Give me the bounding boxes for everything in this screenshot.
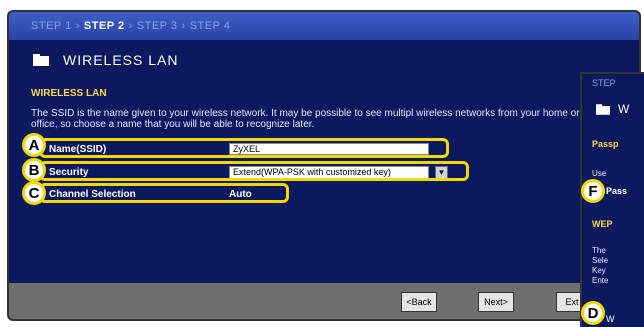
next-button[interactable]: Next> <box>478 292 514 312</box>
panel-wep-text: The Sele Key Ente <box>592 246 608 286</box>
ssid-description: The SSID is the name given to your wirel… <box>31 108 580 130</box>
callout-marker-d: D <box>581 301 605 325</box>
panel-line: Key <box>592 266 606 275</box>
step-1[interactable]: STEP 1 <box>31 20 72 32</box>
security-highlight <box>39 161 469 181</box>
panel-passphrase-label: Pass <box>606 186 628 196</box>
panel-line: Ente <box>592 276 609 285</box>
step-4[interactable]: STEP 4 <box>190 20 231 32</box>
page-title: WIRELESS LAN <box>63 52 179 68</box>
ssid-highlight <box>39 138 449 158</box>
channel-row: Channel Selection Auto <box>39 183 589 203</box>
panel-title: W <box>618 102 630 116</box>
back-button[interactable]: <Back <box>401 292 437 312</box>
callout-marker-b: B <box>22 158 46 182</box>
page-header: WIRELESS LAN <box>9 40 639 80</box>
panel-step-text: STEP <box>592 78 616 88</box>
ssid-row: Name(SSID) ZyXEL <box>39 138 589 158</box>
callout-marker-f: F <box>581 179 605 203</box>
section-heading: WIRELESS LAN <box>31 88 107 99</box>
channel-highlight <box>39 183 289 203</box>
callout-marker-a: A <box>22 133 46 157</box>
panel-wep-heading: WEP <box>592 219 613 229</box>
panel-passphrase-heading: Passp <box>592 139 619 149</box>
step-bar: STEP 1 › STEP 2 › STEP 3 › STEP 4 <box>9 12 639 40</box>
step-2[interactable]: STEP 2 <box>84 20 125 32</box>
button-bar: <Back Next> Ext <box>9 283 639 319</box>
folder-icon <box>33 54 49 66</box>
panel-line: Sele <box>592 256 609 265</box>
panel-use-text: Use <box>592 169 607 178</box>
panel-bottom-text: W <box>606 314 615 324</box>
step-separator: › <box>75 20 80 32</box>
folder-icon <box>596 104 610 115</box>
security-row: Security Extend(WPA-PSK with customized … <box>39 161 589 181</box>
step-separator: › <box>128 20 133 32</box>
panel-line: The <box>592 246 606 255</box>
callout-marker-c: C <box>22 181 46 205</box>
step-separator: › <box>181 20 186 32</box>
step-3[interactable]: STEP 3 <box>137 20 178 32</box>
wizard-window: STEP 1 › STEP 2 › STEP 3 › STEP 4 WIRELE… <box>7 10 641 321</box>
